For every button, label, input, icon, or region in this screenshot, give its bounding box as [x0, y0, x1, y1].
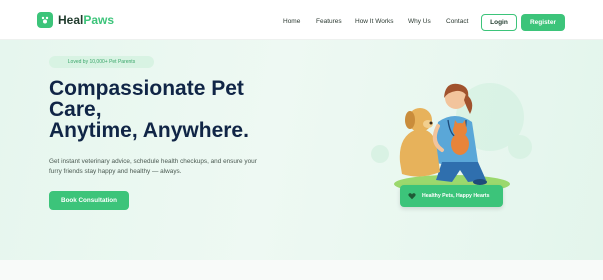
bg-circle-right [508, 135, 532, 159]
book-consultation-button[interactable]: Book Consultation [49, 191, 129, 210]
subtext-line-1: Get instant veterinary advice, schedule … [49, 158, 257, 165]
bg-circle-small [371, 145, 389, 163]
brand-logo[interactable]: HealPaws [37, 12, 114, 28]
paw-icon [37, 12, 53, 28]
hero-subtext: Get instant veterinary advice, schedule … [49, 157, 299, 176]
heart-icon [408, 193, 416, 200]
subtext-line-2: furry friends stay happy and healthy — a… [49, 167, 182, 175]
hero-headline: Compassionate Pet Care, Anytime, Anywher… [49, 78, 309, 141]
login-button[interactable]: Login [481, 14, 517, 31]
chip-label: Healthy Pets, Happy Hearts [422, 193, 490, 199]
headline-line-3: Anytime, Anywhere. [49, 119, 249, 142]
dog-ear [405, 111, 415, 129]
nav-link-why-us[interactable]: Why Us [408, 18, 431, 25]
register-button[interactable]: Register [521, 14, 565, 31]
nav-link-home[interactable]: Home [283, 18, 300, 25]
headline-line-2: Care, [49, 98, 102, 121]
navbar: HealPaws Home Features How It Works Why … [0, 0, 603, 40]
dog-nose [429, 121, 433, 125]
healthy-pets-chip: Healthy Pets, Happy Hearts [400, 185, 503, 207]
nav-link-contact[interactable]: Contact [446, 18, 468, 25]
social-proof-badge: Loved by 10,000+ Pet Parents [49, 56, 154, 68]
nav-link-how-it-works[interactable]: How It Works [355, 18, 394, 25]
next-section-band [0, 260, 603, 280]
brand-name: HealPaws [58, 13, 115, 27]
nav-link-features[interactable]: Features [316, 18, 342, 25]
headline-line-1: Compassionate Pet [49, 77, 244, 100]
